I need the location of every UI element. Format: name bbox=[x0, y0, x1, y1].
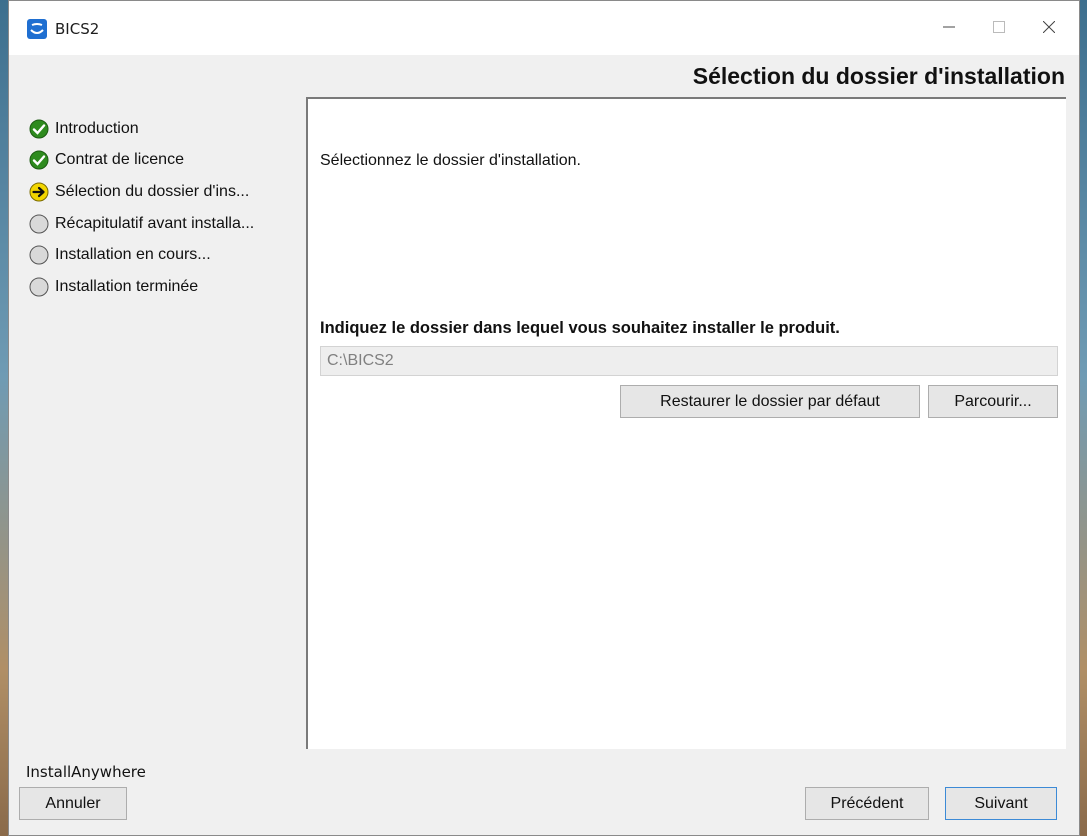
steps-list: Introduction Contrat de licence Sélectio… bbox=[29, 113, 301, 303]
page-heading: Sélection du dossier d'installation bbox=[692, 63, 1065, 89]
empty-circle-icon bbox=[29, 214, 49, 234]
maximize-button[interactable] bbox=[979, 9, 1019, 45]
step-item-installing: Installation en cours... bbox=[29, 239, 301, 271]
check-circle-icon bbox=[29, 150, 49, 170]
step-item-summary: Récapitulatif avant installa... bbox=[29, 208, 301, 240]
step-label: Récapitulatif avant installa... bbox=[55, 214, 255, 232]
next-button[interactable]: Suivant bbox=[945, 787, 1057, 820]
step-item-folder-selection: Sélection du dossier d'ins... bbox=[29, 176, 301, 208]
folder-prompt-label: Indiquez le dossier dans lequel vous sou… bbox=[320, 319, 840, 337]
step-label: Sélection du dossier d'ins... bbox=[55, 182, 250, 200]
app-logo-icon bbox=[27, 19, 47, 39]
step-item-introduction: Introduction bbox=[29, 113, 301, 145]
minimize-icon bbox=[943, 26, 955, 28]
previous-button[interactable]: Précédent bbox=[805, 787, 929, 820]
arrow-circle-icon bbox=[29, 182, 49, 202]
maximize-icon bbox=[993, 21, 1005, 33]
installer-window: BICS2 Sélection du dossier d'installatio… bbox=[8, 0, 1080, 836]
intro-text: Sélectionnez le dossier d'installation. bbox=[320, 152, 581, 169]
title-bar: BICS2 bbox=[9, 1, 1079, 55]
cancel-button[interactable]: Annuler bbox=[19, 787, 127, 820]
step-label: Installation en cours... bbox=[55, 246, 211, 264]
close-icon bbox=[1043, 21, 1055, 33]
minimize-button[interactable] bbox=[929, 9, 969, 45]
content-panel: Sélectionnez le dossier d'installation. … bbox=[306, 97, 1066, 749]
check-circle-icon bbox=[29, 119, 49, 139]
browse-button[interactable]: Parcourir... bbox=[928, 385, 1058, 418]
step-label: Contrat de licence bbox=[55, 151, 184, 169]
install-folder-field[interactable] bbox=[320, 346, 1058, 376]
close-button[interactable] bbox=[1029, 9, 1069, 45]
empty-circle-icon bbox=[29, 245, 49, 265]
step-label: Installation terminée bbox=[55, 277, 199, 295]
step-item-license: Contrat de licence bbox=[29, 145, 301, 177]
window-title: BICS2 bbox=[55, 20, 100, 38]
brand-label: InstallAnywhere bbox=[26, 763, 146, 781]
empty-circle-icon bbox=[29, 277, 49, 297]
step-label: Introduction bbox=[55, 119, 139, 137]
step-item-complete: Installation terminée bbox=[29, 271, 301, 303]
restore-default-folder-button[interactable]: Restaurer le dossier par défaut bbox=[620, 385, 920, 418]
